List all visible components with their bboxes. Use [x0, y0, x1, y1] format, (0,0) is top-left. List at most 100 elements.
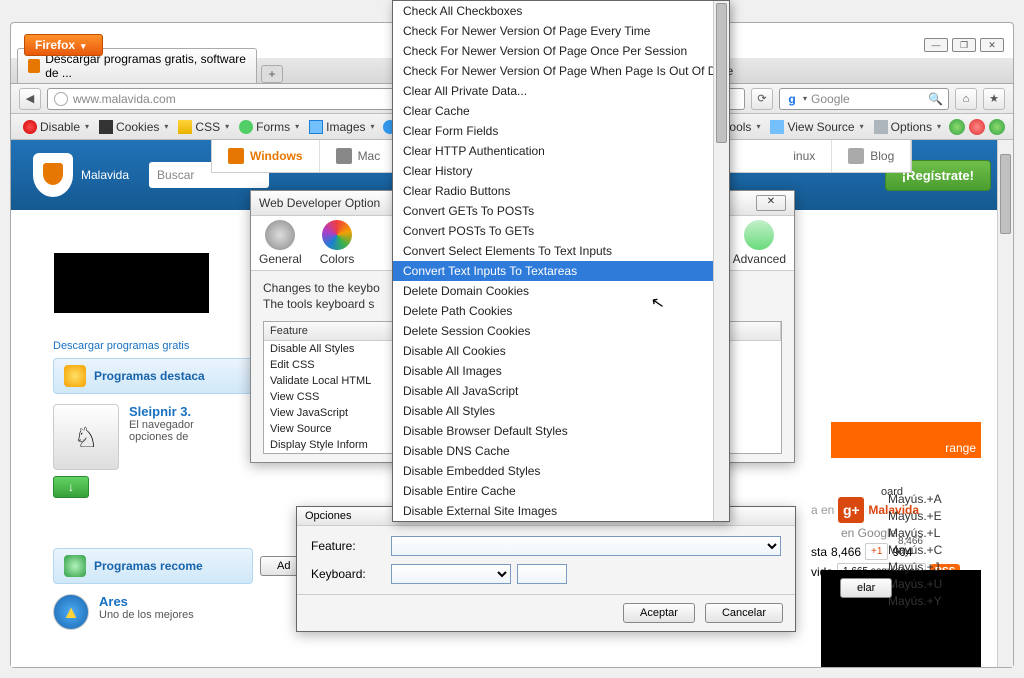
download-button[interactable]: ↓ — [53, 476, 89, 498]
reload-button[interactable]: ⟳ — [751, 88, 773, 110]
options-icon — [874, 120, 888, 134]
menu-item[interactable]: Check For Newer Version Of Page When Pag… — [393, 61, 729, 81]
program-item[interactable]: ▲ Ares Uno de los mejores — [53, 594, 253, 630]
menu-item[interactable]: Convert Text Inputs To Textareas — [393, 261, 729, 281]
maximize-button[interactable]: ❐ — [952, 38, 976, 52]
search-input[interactable]: g ▾ Google 🔍 — [779, 88, 949, 110]
gear-icon — [265, 220, 295, 250]
menu-item[interactable]: Disable All Cookies — [393, 341, 729, 361]
search-icon: 🔍 — [928, 92, 943, 106]
menu-item[interactable]: Convert Select Elements To Text Inputs — [393, 241, 729, 261]
menu-item[interactable]: Clear History — [393, 161, 729, 181]
shield-icon — [33, 153, 73, 197]
orange-ad[interactable]: range — [831, 422, 981, 458]
menu-item[interactable]: Delete Session Cookies — [393, 321, 729, 341]
menu-item[interactable]: Disable Browser Default Styles — [393, 421, 729, 441]
cancel-partial[interactable]: elar — [840, 578, 892, 598]
wd-forms[interactable]: Forms — [235, 118, 303, 136]
feature-label: Feature: — [311, 539, 381, 553]
colors-icon — [322, 220, 352, 250]
feature-dropdown[interactable]: Check All CheckboxesCheck For Newer Vers… — [392, 0, 730, 522]
wd-viewsource[interactable]: View Source — [766, 118, 867, 136]
site-logo[interactable]: Malavida — [33, 153, 129, 197]
tool-advanced[interactable]: Advanced — [733, 220, 786, 266]
menu-item[interactable]: Delete Domain Cookies — [393, 281, 729, 301]
keyboard-input[interactable] — [517, 564, 567, 584]
tool-colors[interactable]: Colors — [320, 220, 355, 266]
menu-item[interactable]: Check For Newer Version Of Page Every Ti… — [393, 21, 729, 41]
windows-icon — [228, 148, 244, 164]
close-icon[interactable]: ✕ — [756, 195, 786, 211]
menu-item[interactable]: Disable Entire Cache — [393, 481, 729, 501]
person-icon — [99, 120, 113, 134]
menu-item[interactable]: Disable External Site Images — [393, 501, 729, 521]
left-column: Descargar programas gratis Programas des… — [53, 340, 253, 630]
program-title: Sleipnir 3. — [129, 404, 194, 419]
wd-disable[interactable]: Disable — [19, 118, 93, 136]
wd-cookies[interactable]: Cookies — [95, 118, 172, 136]
scroll-thumb[interactable] — [1000, 154, 1011, 234]
tab-blog[interactable]: Blog — [832, 140, 911, 172]
bookmarks-button[interactable]: ★ — [983, 88, 1005, 110]
form-icon — [239, 120, 253, 134]
program-thumb: ♘ — [53, 404, 119, 470]
menu-item[interactable]: Check For Newer Version Of Page Once Per… — [393, 41, 729, 61]
blog-icon — [848, 148, 864, 164]
cancel-button[interactable]: Cancelar — [705, 603, 783, 623]
google-icon: g — [785, 92, 799, 106]
tool-general[interactable]: General — [259, 220, 302, 266]
menu-item[interactable]: Clear Cache — [393, 101, 729, 121]
menu-item[interactable]: Clear Form Fields — [393, 121, 729, 141]
menu-item[interactable]: Clear All Private Data... — [393, 81, 729, 101]
tab-windows[interactable]: Windows — [212, 140, 320, 172]
breadcrumb-link[interactable]: Descargar programas gratis — [53, 340, 253, 352]
menu-item[interactable]: Disable DNS Cache — [393, 441, 729, 461]
menu-item[interactable]: Convert GETs To POSTs — [393, 201, 729, 221]
menu-item[interactable]: Disable All Styles — [393, 401, 729, 421]
keyboard-select[interactable] — [391, 564, 511, 584]
menu-item[interactable]: Delete Path Cookies — [393, 301, 729, 321]
check-ok2-icon[interactable] — [989, 119, 1005, 135]
wd-css[interactable]: CSS — [174, 118, 233, 136]
menu-item[interactable]: Disable All Images — [393, 361, 729, 381]
menu-item[interactable]: Disable All JavaScript — [393, 381, 729, 401]
ad-placeholder — [54, 253, 209, 313]
menu-item[interactable]: Clear HTTP Authentication — [393, 141, 729, 161]
flask-icon — [744, 220, 774, 250]
page-scrollbar[interactable] — [997, 140, 1013, 667]
wd-tools[interactable]: ools — [725, 118, 764, 136]
menu-item[interactable]: Clear Radio Buttons — [393, 181, 729, 201]
window-controls: — ❐ ✕ — [924, 38, 1004, 52]
new-tab-button[interactable]: + — [261, 65, 283, 83]
minimize-button[interactable]: — — [924, 38, 948, 52]
close-button[interactable]: ✕ — [980, 38, 1004, 52]
program-thumb: ▲ — [53, 594, 89, 630]
link-text: a en — [811, 503, 834, 517]
check-err-icon[interactable] — [969, 119, 985, 135]
wd-options[interactable]: Options — [870, 118, 945, 136]
wd-images[interactable]: Images — [305, 118, 378, 136]
back-button[interactable]: ◀ — [19, 88, 41, 110]
apple-icon — [336, 148, 352, 164]
menu-item[interactable]: Disable Embedded Styles — [393, 461, 729, 481]
url-text: www.malavida.com — [73, 92, 176, 106]
menu-scrollbar[interactable] — [713, 1, 729, 521]
gplus-icon[interactable]: g+ — [838, 497, 864, 523]
disable-icon — [23, 120, 37, 134]
scroll-thumb[interactable] — [716, 3, 727, 143]
menu-item[interactable]: Check All Checkboxes — [393, 1, 729, 21]
home-button[interactable]: ⌂ — [955, 88, 977, 110]
ok-button[interactable]: Aceptar — [623, 603, 695, 623]
favicon-icon — [28, 59, 40, 73]
feature-select[interactable] — [391, 536, 781, 556]
firefox-menu-button[interactable]: Firefox — [24, 34, 103, 56]
globe-icon — [54, 92, 68, 106]
tab-linux[interactable]: inux — [777, 140, 832, 172]
tab-mac[interactable]: Mac — [320, 140, 398, 172]
medal-icon — [64, 555, 86, 577]
check-ok-icon[interactable] — [949, 119, 965, 135]
program-item[interactable]: ♘ Sleipnir 3. El navegador opciones de — [53, 404, 253, 470]
menu-item[interactable]: Convert POSTs To GETs — [393, 221, 729, 241]
section-featured: Programas destaca — [53, 358, 253, 394]
section-recommended: Programas recome — [53, 548, 253, 584]
